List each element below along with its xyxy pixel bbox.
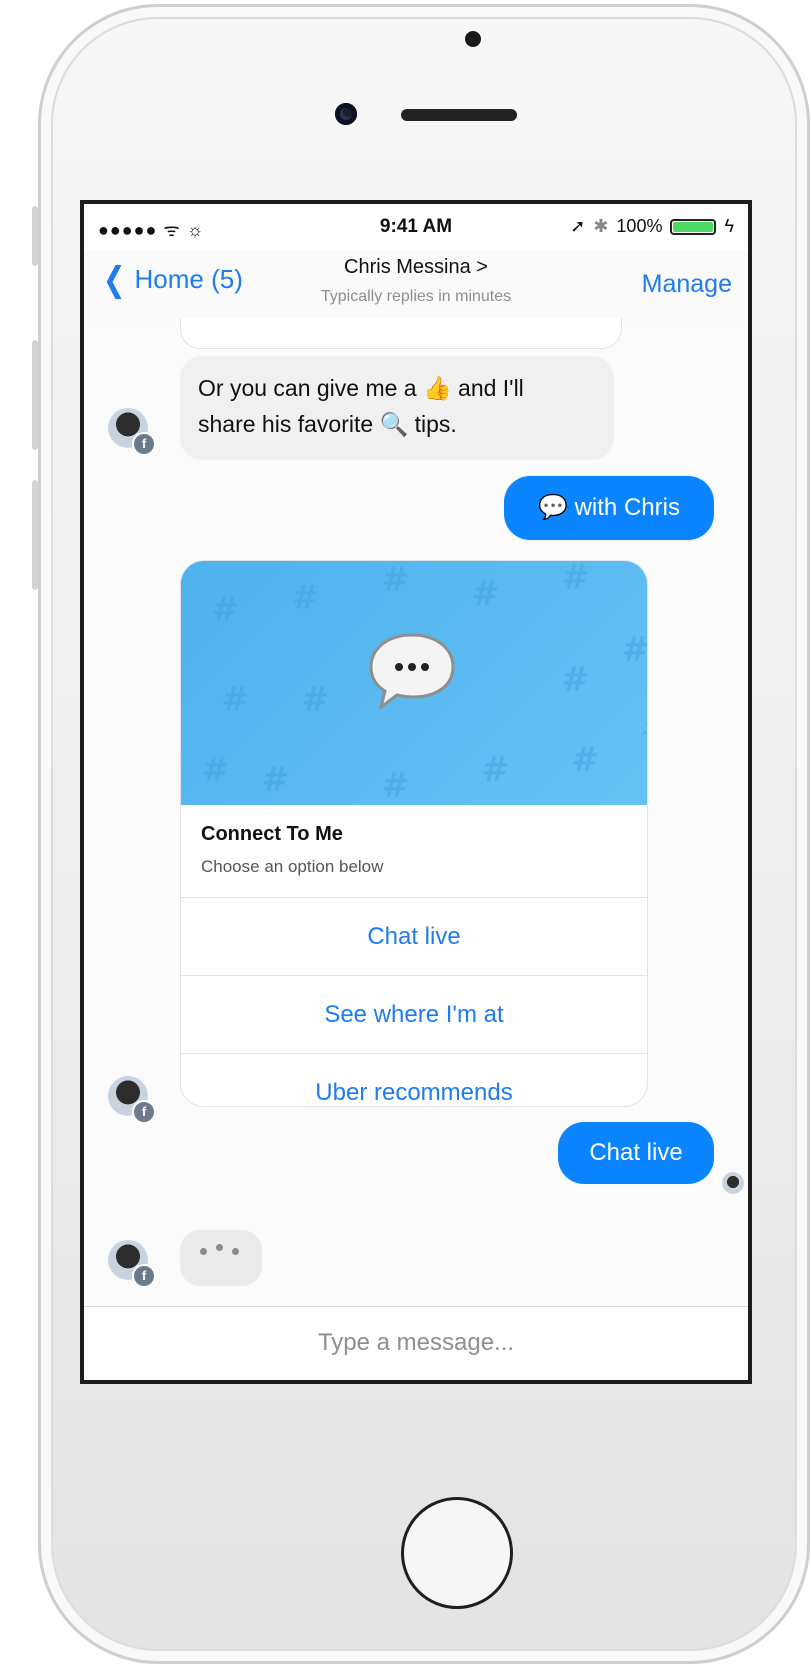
outgoing-message-text: 💬 with Chris xyxy=(504,493,714,522)
hashtag-glyph: # xyxy=(481,750,508,790)
message-text: tips. xyxy=(414,411,457,437)
volume-down-button[interactable] xyxy=(32,480,38,590)
outgoing-message-bubble: Chat live xyxy=(558,1122,714,1184)
typing-dot xyxy=(200,1248,207,1255)
battery-icon xyxy=(670,218,717,235)
hashtag-glyph: # xyxy=(571,740,598,780)
message-text: share his favorite xyxy=(198,411,374,437)
hashtag-glyph: # xyxy=(471,574,498,614)
volume-up-button[interactable] xyxy=(32,340,38,450)
incoming-message-text: Or you can give me a 👍 and I'll share hi… xyxy=(198,370,524,442)
hashtag-glyph: # xyxy=(301,680,328,720)
facebook-badge-icon: f xyxy=(132,1264,156,1288)
avatar[interactable]: f xyxy=(108,408,156,456)
charging-icon: ϟ xyxy=(724,216,734,236)
typing-indicator xyxy=(180,1230,262,1286)
status-right: ➚ ✱ 100% ϟ xyxy=(570,216,734,237)
message-text: Or you can give me a xyxy=(198,375,417,401)
card-button-chat-live[interactable]: Chat live xyxy=(181,897,647,976)
hashtag-glyph: # xyxy=(381,561,408,600)
hashtag-glyph: # xyxy=(641,710,647,750)
speech-bubble-icon: 💬 xyxy=(538,494,568,521)
earpiece-speaker xyxy=(401,109,517,121)
hashtag-glyph: # xyxy=(381,766,408,805)
message-text: with Chris xyxy=(574,494,680,521)
battery-percent: 100% xyxy=(616,216,663,236)
card-button-uber-recommends[interactable]: Uber recommends xyxy=(181,1053,647,1106)
card-subtitle: Choose an option below xyxy=(201,857,384,876)
hashtag-glyph: # xyxy=(561,660,588,700)
typing-dot xyxy=(216,1244,223,1251)
front-camera xyxy=(335,103,357,125)
hashtag-glyph: # xyxy=(561,561,588,598)
hashtag-glyph: # xyxy=(261,760,288,800)
proximity-sensor xyxy=(465,31,481,47)
status-bar: ●●●●● ᯤ ☼ 9:41 AM ➚ ✱ 100% ϟ xyxy=(84,204,748,250)
facebook-badge-icon: f xyxy=(132,1100,156,1124)
manage-button[interactable]: Manage xyxy=(642,270,732,299)
outgoing-message-bubble: 💬 with Chris xyxy=(504,476,714,540)
avatar[interactable]: f xyxy=(108,1240,156,1288)
screen: ●●●●● ᯤ ☼ 9:41 AM ➚ ✱ 100% ϟ ❮ Home (5) … xyxy=(80,200,752,1384)
facebook-badge-icon: f xyxy=(132,432,156,456)
hashtag-glyph: # xyxy=(621,630,647,670)
navigation-bar: ❮ Home (5) Chris Messina > Typically rep… xyxy=(84,250,748,323)
hashtag-glyph: # xyxy=(291,578,318,618)
battery-fill xyxy=(673,221,714,232)
card-hero-image: # # # # # # # # # # # # # # # xyxy=(181,561,647,805)
bluetooth-icon: ✱ xyxy=(593,216,609,236)
card-title: Connect To Me xyxy=(201,823,343,845)
typing-dot xyxy=(232,1248,239,1255)
thumbs-up-emoji-icon: 👍 xyxy=(423,375,452,401)
hashtag-glyph: # xyxy=(221,680,248,720)
message-text: Chat live xyxy=(589,1139,683,1166)
mute-switch[interactable] xyxy=(32,206,38,266)
incoming-message-bubble: Or you can give me a 👍 and I'll share hi… xyxy=(180,356,614,460)
speech-bubble-icon xyxy=(369,633,455,709)
generic-template-card: # # # # # # # # # # # # # # # Connect To Me Choose an … xyxy=(180,560,648,1107)
home-button[interactable] xyxy=(401,1497,513,1609)
hashtag-glyph: # xyxy=(201,750,228,790)
avatar[interactable]: f xyxy=(108,1076,156,1124)
location-arrow-icon: ➚ xyxy=(570,216,586,236)
message-text: and I'll xyxy=(458,375,524,401)
message-input[interactable]: Type a message... xyxy=(84,1329,748,1357)
card-button-see-where[interactable]: See where I'm at xyxy=(181,975,647,1054)
previous-message-bubble xyxy=(180,318,622,349)
message-composer[interactable]: Type a message... xyxy=(84,1306,748,1380)
chat-thread[interactable]: f Or you can give me a 👍 and I'll share … xyxy=(84,318,748,1306)
magnifier-emoji-icon: 🔍 xyxy=(379,411,409,437)
read-receipt-avatar xyxy=(722,1172,744,1194)
hashtag-glyph: # xyxy=(211,590,238,630)
